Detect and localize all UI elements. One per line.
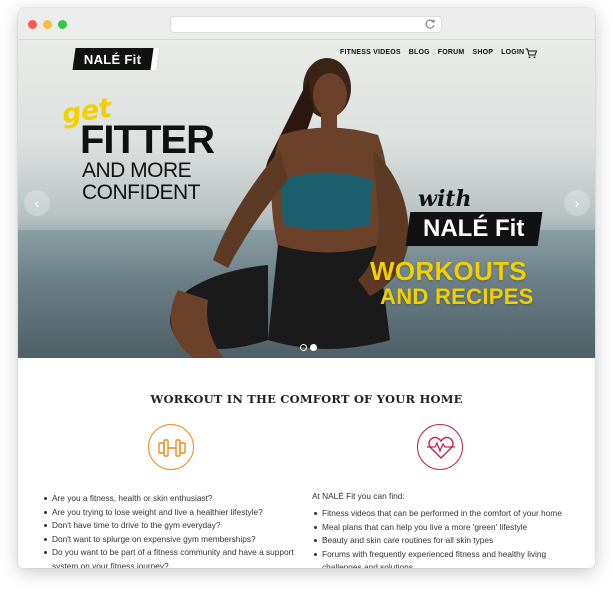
intro-section: WORKOUT IN THE COMFORT OF YOUR HOME Are … <box>18 358 595 568</box>
slider-prev-button[interactable]: ‹ <box>24 190 50 216</box>
list-item: Forums with frequently experienced fitne… <box>312 548 582 568</box>
site-logo[interactable]: NALÉ Fit <box>72 48 160 70</box>
list-item: Beauty and skin care routines for all sk… <box>312 534 582 548</box>
chevron-left-icon: ‹ <box>34 195 40 211</box>
hero-recipes-text: AND RECIPES <box>380 284 534 309</box>
main-nav: FITNESS VIDEOS BLOG FORUM SHOP LOGIN <box>340 49 524 56</box>
list-item: Are you trying to lose weight and live a… <box>42 506 307 520</box>
hero-with-text: with <box>418 186 472 212</box>
hero-workouts-text: WORKOUTS <box>370 256 527 286</box>
heart-circle <box>417 424 463 470</box>
list-item: Don't want to splurge on expensive gym m… <box>42 533 307 547</box>
slide-dot-1[interactable] <box>300 344 307 351</box>
chevron-right-icon: › <box>574 195 580 211</box>
maximize-window-button[interactable] <box>58 20 67 29</box>
slide-dot-2[interactable] <box>310 344 317 351</box>
hero-confident-text: CONFIDENT <box>82 181 201 204</box>
heart-pulse-icon <box>427 436 455 459</box>
features-list: Fitness videos that can be performed in … <box>312 507 582 568</box>
reload-icon[interactable] <box>424 18 436 30</box>
section-title: WORKOUT IN THE COMFORT OF YOUR HOME <box>150 392 463 406</box>
list-item: Don't have time to drive to the gym ever… <box>42 519 307 533</box>
minimize-window-button[interactable] <box>43 20 52 29</box>
nav-fitness-videos[interactable]: FITNESS VIDEOS <box>340 49 401 56</box>
hero-logo-text: NALÉ Fit <box>423 215 525 242</box>
list-item: Do you want to be part of a fitness comm… <box>42 546 307 568</box>
question-list: Are you a fitness, health or skin enthus… <box>42 492 307 568</box>
hero-slider: NALÉ Fit FITNESS VIDEOS BLOG FORUM SHOP … <box>18 40 595 358</box>
cart-icon[interactable] <box>525 48 537 59</box>
dumbbell-icon <box>158 439 186 457</box>
hero-fitter-text: FITTER <box>80 118 215 162</box>
slider-pagination <box>300 344 317 351</box>
browser-window: NALÉ Fit FITNESS VIDEOS BLOG FORUM SHOP … <box>18 8 595 568</box>
list-item: Are you a fitness, health or skin enthus… <box>42 492 307 506</box>
slider-next-button[interactable]: › <box>564 190 590 216</box>
nav-login[interactable]: LOGIN <box>501 49 524 56</box>
nav-forum[interactable]: FORUM <box>438 49 465 56</box>
dumbbell-circle <box>148 424 194 470</box>
close-window-button[interactable] <box>28 20 37 29</box>
browser-chrome <box>18 8 595 40</box>
logo-text: NALÉ Fit <box>84 51 142 67</box>
nav-shop[interactable]: SHOP <box>472 49 493 56</box>
features-intro: At NALÉ Fit you can find: <box>312 491 405 501</box>
nav-blog[interactable]: BLOG <box>409 49 430 56</box>
list-item: Fitness videos that can be performed in … <box>312 507 582 521</box>
hero-and-more-text: AND MORE <box>82 159 192 182</box>
address-bar[interactable] <box>170 16 442 33</box>
hero-logo: NALÉ Fit <box>405 212 543 246</box>
list-item: Meal plans that can help you live a more… <box>312 521 582 535</box>
